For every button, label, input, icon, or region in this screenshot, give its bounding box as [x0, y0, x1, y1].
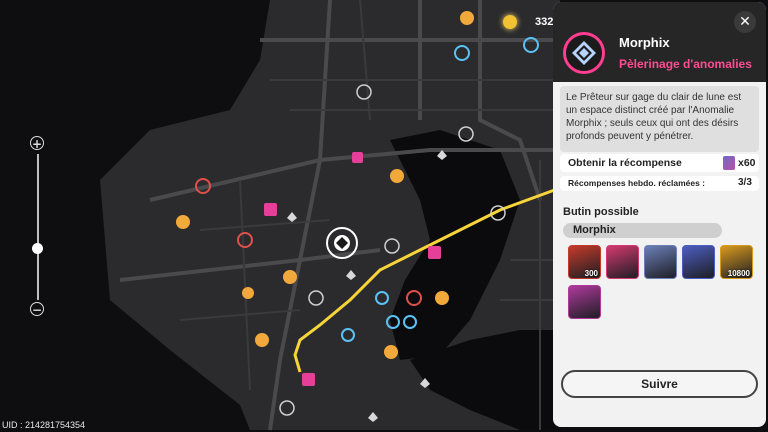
loot-title: Butin possible [563, 206, 639, 218]
item-quantity: 10800 [727, 269, 750, 278]
loot-filter-label: Morphix [573, 224, 616, 236]
tube-item[interactable] [682, 245, 715, 279]
currency-value: 332 [535, 16, 554, 28]
panel-description: Le Prêteur sur gage du clair de lune est… [560, 86, 759, 152]
loot-filter[interactable]: Morphix [563, 223, 722, 238]
location-panel: ✕ Morphix Pèlerinage d'anomalies Le Prêt… [553, 2, 766, 427]
reroll-item[interactable]: 300 [568, 245, 601, 279]
item-quantity: 300 [584, 269, 598, 278]
follow-button[interactable]: Suivre [561, 370, 758, 398]
reward-label: Obtenir la récompense [568, 157, 682, 169]
gold-coin-item[interactable]: 10800 [720, 245, 753, 279]
card-pack-item[interactable] [644, 245, 677, 279]
weekly-label: Récompenses hebdo. réclamées : [568, 178, 706, 188]
zoom-slider-thumb[interactable] [32, 243, 43, 254]
uid-label: UID : 214281754354 [2, 420, 86, 430]
currency-icon [503, 15, 517, 29]
zoom-track[interactable] [37, 154, 39, 300]
morphix-emblem-icon [563, 32, 605, 74]
panel-title: Morphix [619, 35, 670, 50]
reward-row: Obtenir la récompense x60 [560, 154, 759, 172]
cannon-item[interactable] [568, 285, 601, 319]
weekly-row: Récompenses hebdo. réclamées : 3/3 [560, 176, 759, 191]
zoom-control[interactable]: + − [30, 136, 46, 318]
reward-ticket-icon [723, 156, 735, 170]
panel-subtitle: Pèlerinage d'anomalies [619, 57, 752, 71]
pink-core-item[interactable] [606, 245, 639, 279]
reward-amount: x60 [738, 157, 756, 169]
panel-header: ✕ Morphix Pèlerinage d'anomalies [553, 2, 766, 82]
weekly-value: 3/3 [738, 177, 752, 188]
zoom-out-button[interactable]: − [30, 302, 44, 317]
close-button[interactable]: ✕ [734, 11, 756, 33]
zoom-in-button[interactable]: + [30, 136, 44, 151]
